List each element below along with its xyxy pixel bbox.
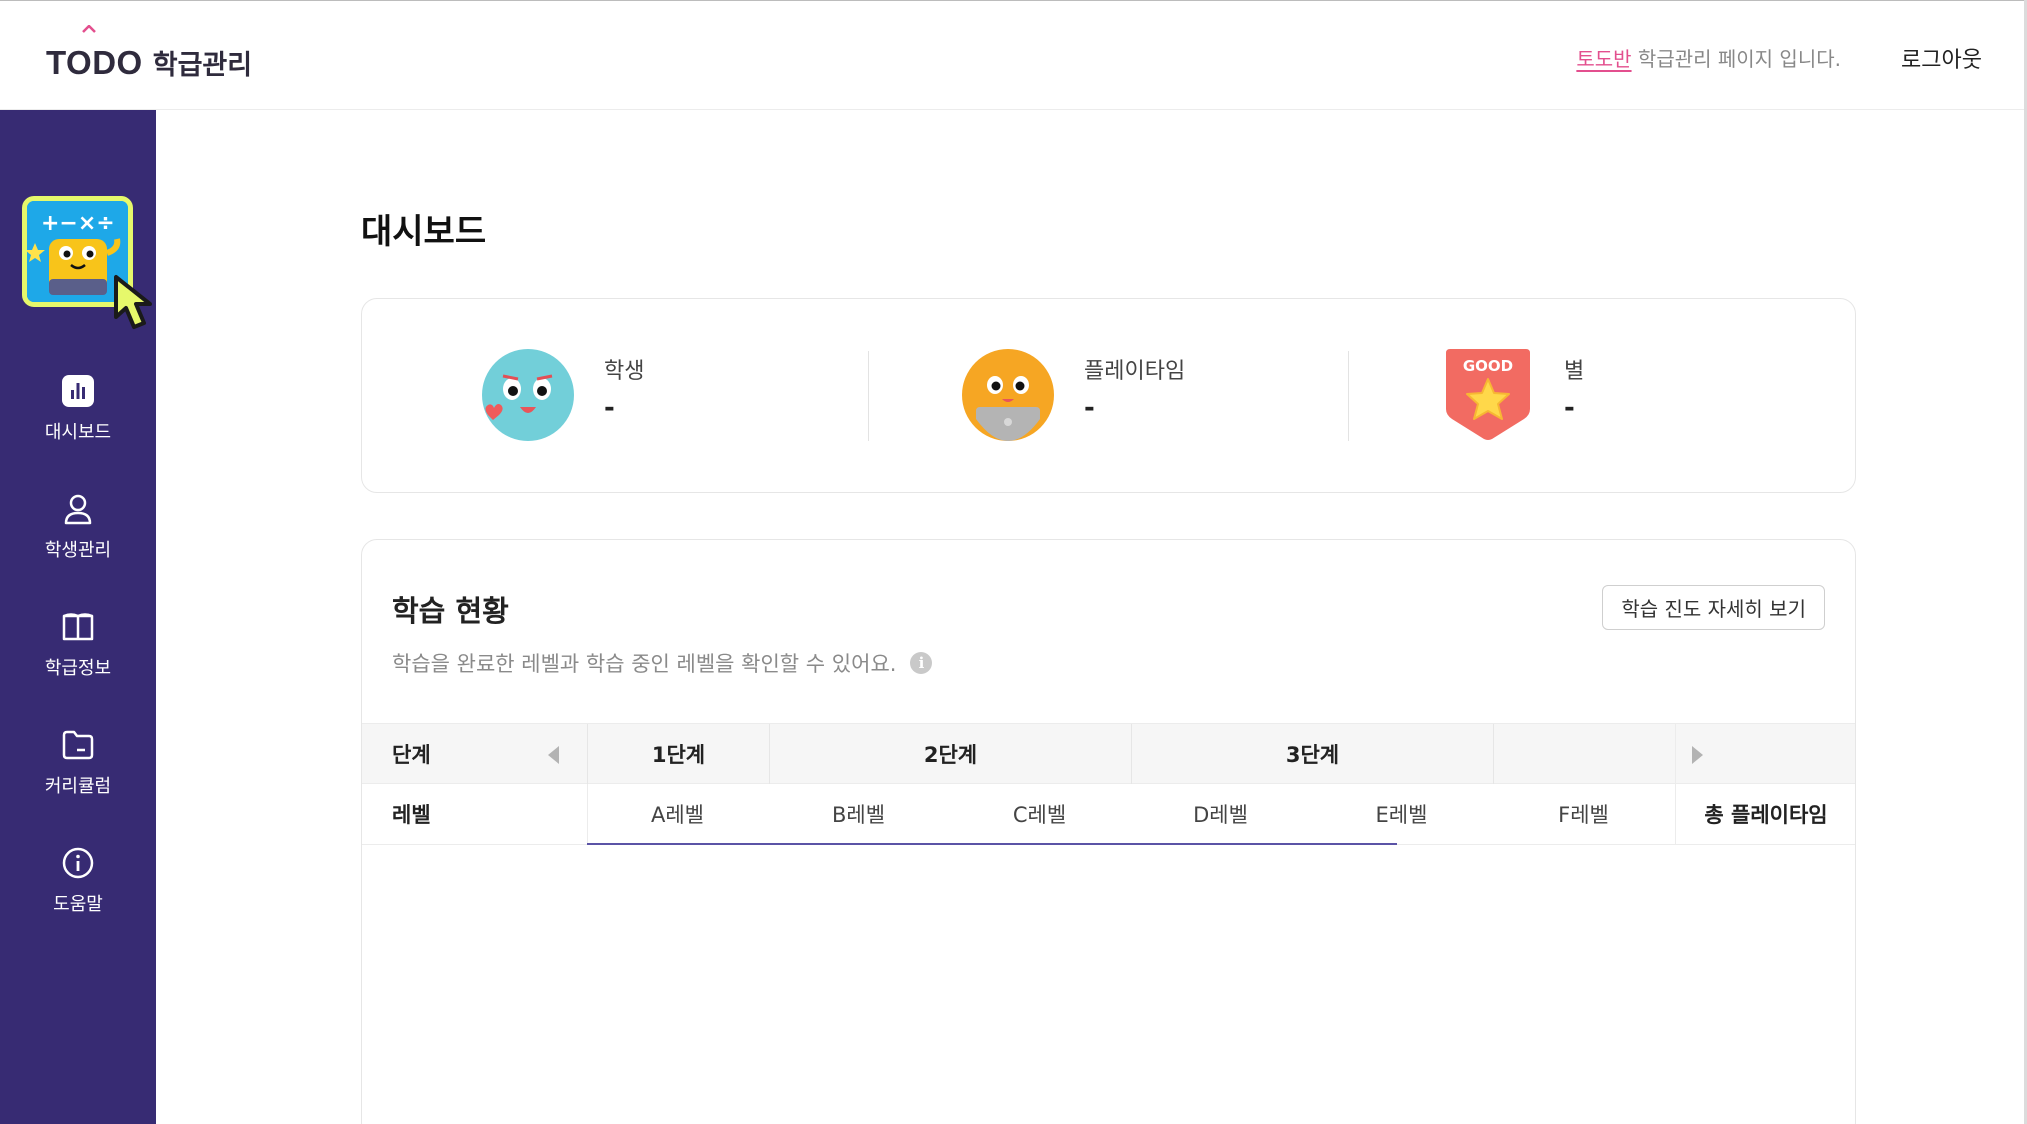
class-name-link[interactable]: 토도반 (1576, 47, 1631, 71)
scroll-left-arrow-icon[interactable] (548, 746, 559, 764)
stats-card: 학생 - 플레이타임 - GOOD 별 - (361, 298, 1856, 493)
section-title: 학습 현황 (392, 594, 509, 628)
stat-label: 별 (1564, 359, 1585, 384)
stat-value: - (1564, 393, 1575, 423)
sidebar-item-label: 도움말 (53, 894, 103, 915)
stat-students: 학생 - (482, 349, 902, 441)
cursor-arrow-icon (114, 275, 152, 329)
svg-text:+−×÷: +−×÷ (41, 211, 115, 236)
app-logo[interactable]: TODO 학급관리 (46, 25, 253, 81)
playtime-character-icon (962, 349, 1054, 441)
stat-label: 플레이타임 (1084, 359, 1186, 384)
sidebar-nav: 대시보드 학생관리 학급정보 커리큘럼 도움말 (0, 350, 156, 940)
stat-divider (868, 351, 869, 441)
sidebar-item-label: 학급정보 (44, 658, 112, 679)
badge-text: GOOD (1463, 357, 1513, 375)
stage-header-label: 단계 (392, 743, 431, 767)
page-title: 대시보드 (361, 212, 487, 252)
sidebar-item-class-info[interactable]: 학급정보 (0, 586, 156, 704)
info-icon[interactable]: i (910, 652, 933, 674)
stat-label: 학생 (604, 359, 645, 384)
level-d: D레벨 (1193, 803, 1248, 827)
header-message-text: 학급관리 페이지 입니다. (1631, 47, 1841, 71)
logout-button[interactable]: 로그아웃 (1901, 42, 1982, 74)
sidebar-item-label: 대시보드 (44, 422, 112, 443)
top-header: TODO 학급관리 토도반 학급관리 페이지 입니다. 로그아웃 (0, 0, 2027, 110)
stage-2-header: 2단계 (769, 724, 1131, 784)
level-header-label: 레벨 (392, 803, 431, 827)
good-star-badge-icon: GOOD (1446, 349, 1530, 440)
level-a: A레벨 (650, 803, 704, 827)
stat-value: - (1084, 393, 1095, 423)
stat-value: - (604, 393, 615, 423)
stat-stars: GOOD 별 - (1442, 349, 1862, 441)
stage-empty-header (1493, 724, 1675, 784)
level-c: C레벨 (1012, 803, 1067, 827)
total-playtime-header: 총 플레이타임 (1704, 803, 1828, 827)
level-progress-line (587, 843, 1397, 845)
sidebar-item-help[interactable]: 도움말 (0, 822, 156, 940)
sidebar-item-label: 학생관리 (44, 540, 112, 561)
level-b: B레벨 (831, 803, 886, 827)
person-icon (64, 494, 92, 525)
column-divider (1675, 724, 1676, 784)
logo-subtitle: 학급관리 (152, 50, 253, 81)
sidebar-item-curriculum[interactable]: 커리큘럼 (0, 704, 156, 822)
level-e: E레벨 (1375, 803, 1428, 827)
scroll-right-arrow-icon[interactable] (1692, 746, 1703, 764)
stage-header-row: 단계 1단계 2단계 3단계 (362, 723, 1855, 784)
level-f: F레벨 (1558, 803, 1609, 827)
description-text: 학습을 완료한 레벨과 학습 중인 레벨을 확인할 수 있어요. (392, 652, 897, 676)
book-icon (62, 613, 94, 641)
student-character-icon (482, 349, 574, 441)
chart-icon (62, 375, 94, 407)
level-header-row: 레벨 A레벨 B레벨 C레벨 D레벨 E레벨 F레벨 총 플레이타임 (362, 784, 1855, 845)
section-description: 학습을 완료한 레벨과 학습 중인 레벨을 확인할 수 있어요. i (392, 648, 933, 678)
view-progress-detail-button[interactable]: 학습 진도 자세히 보기 (1602, 585, 1825, 630)
stage-3-header: 3단계 (1131, 724, 1493, 784)
logo-text: TODO (46, 44, 143, 81)
info-icon (62, 847, 94, 879)
stat-divider (1348, 351, 1349, 441)
sidebar-item-dashboard[interactable]: 대시보드 (0, 350, 156, 468)
folder-icon (62, 730, 94, 760)
logo-hat-icon (82, 25, 96, 33)
sidebar-item-label: 커리큘럼 (44, 776, 112, 797)
stat-playtime: 플레이타임 - (962, 349, 1382, 441)
sidebar-item-students[interactable]: 학생관리 (0, 468, 156, 586)
learning-progress-card: 학습 현황 학습을 완료한 레벨과 학습 중인 레벨을 확인할 수 있어요. i… (361, 539, 1856, 1124)
header-message: 토도반 학급관리 페이지 입니다. (1576, 43, 1841, 72)
stage-1-header: 1단계 (587, 724, 769, 784)
sidebar: +−×÷ 대시보드 학생관리 학급정보 커리큘럼 도움말 (0, 110, 156, 1124)
